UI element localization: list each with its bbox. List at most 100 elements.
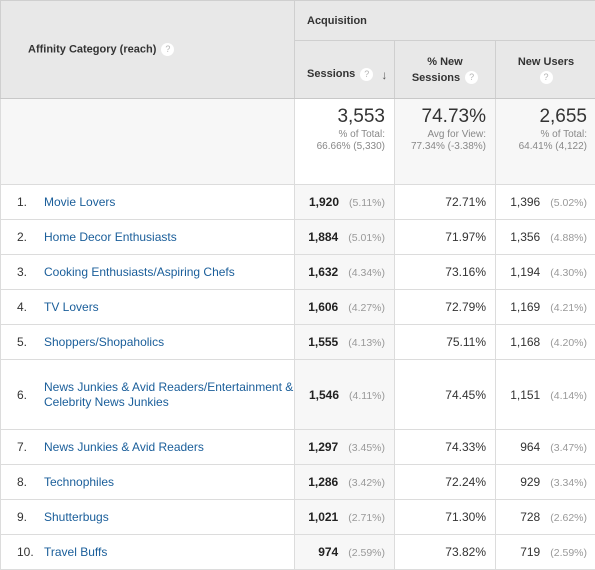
new-users-cell: 719(2.59%) <box>496 535 595 570</box>
sort-descending-icon[interactable]: ↓ <box>381 67 387 83</box>
sessions-percent: (2.59%) <box>348 547 385 559</box>
help-icon[interactable]: ? <box>465 71 478 84</box>
sessions-percent: (4.27%) <box>348 302 385 314</box>
category-cell: 3. Cooking Enthusiasts/Aspiring Chefs <box>1 255 295 290</box>
table-row: 7. News Junkies & Avid Readers 1,297 (3.4… <box>1 430 595 465</box>
category-link[interactable]: Shutterbugs <box>44 510 109 525</box>
new-users-value: 1,151 <box>510 388 540 402</box>
table-row: 6. News Junkies & Avid Readers/Entertain… <box>1 360 595 430</box>
new-sessions-cell: 72.71% <box>395 185 496 220</box>
sessions-cell: 1,606 (4.27%) <box>295 290 395 325</box>
table-body: 1. Movie Lovers 1,920(5.11%) 72.71% 1,39… <box>1 185 595 570</box>
totals-sessions-sub2: 66.66% (5,330) <box>295 141 385 152</box>
new-users-cell: 1,169 (4.21%) <box>496 290 595 325</box>
sessions-value: 1,286 <box>308 475 338 489</box>
affinity-report-table: Affinity Category (reach)? Acquisition S… <box>0 0 595 570</box>
sessions-value: 1,555 <box>308 335 338 349</box>
category-link[interactable]: News Junkies & Avid Readers/Entertainmen… <box>44 380 294 410</box>
totals-sessions-cell: 3,553 % of Total: 66.66% (5,330) <box>295 99 395 185</box>
category-link[interactable]: Travel Buffs <box>44 545 107 560</box>
new-users-percent: (4.21%) <box>550 302 587 314</box>
dimension-header[interactable]: Affinity Category (reach)? <box>1 1 295 99</box>
new-users-cell: 728 (2.62%) <box>496 500 595 535</box>
totals-new-users-sub2: 64.41% (4,122) <box>496 141 587 152</box>
sessions-value: 1,920 <box>309 195 339 209</box>
new-sessions-cell: 71.97% <box>395 220 496 255</box>
row-index: 10. <box>17 545 44 559</box>
new-users-value: 1,169 <box>510 300 540 314</box>
new-users-value: 719 <box>520 545 540 559</box>
new-users-percent: (4.88%) <box>550 232 587 244</box>
sessions-cell: 1,286 (3.42%) <box>295 465 395 500</box>
sessions-value: 974 <box>318 545 338 559</box>
totals-new-sessions-sub1: Avg for View: <box>395 129 486 140</box>
totals-sessions-sub1: % of Total: <box>295 129 385 140</box>
sessions-cell: 974 (2.59%) <box>295 535 395 570</box>
row-index: 9. <box>17 510 44 524</box>
new-users-cell: 929(3.34%) <box>496 465 595 500</box>
category-link[interactable]: Technophiles <box>44 475 114 490</box>
category-cell: 9. Shutterbugs <box>1 500 295 535</box>
category-link[interactable]: News Junkies & Avid Readers <box>44 440 204 455</box>
row-index: 4. <box>17 300 44 314</box>
table-row: 4. TV Lovers 1,606(4.27%) 72.79% 1,169(4… <box>1 290 595 325</box>
category-link[interactable]: Home Decor Enthusiasts <box>44 230 177 245</box>
new-sessions-cell: 71.30% <box>395 500 496 535</box>
new-sessions-cell: 75.11% <box>395 325 496 360</box>
category-link[interactable]: Shoppers/Shopaholics <box>44 335 164 350</box>
sessions-value: 1,546 <box>309 388 339 402</box>
sessions-percent: (3.42%) <box>348 477 385 489</box>
row-index: 3. <box>17 265 44 279</box>
sessions-cell: 1,021(2.71%) <box>295 500 395 535</box>
totals-new-sessions-sub2: 77.34% (-3.38%) <box>395 141 486 152</box>
table-row: 5. Shoppers/Shopaholics 1,555(4.13%) 75.… <box>1 325 595 360</box>
new-users-percent: (3.34%) <box>550 477 587 489</box>
new-users-value: 1,168 <box>510 335 540 349</box>
table-row: 2. Home Decor Enthusiasts 1,884(5.01%) 7… <box>1 220 595 255</box>
totals-new-users-value: 2,655 <box>496 106 587 128</box>
new-users-percent: (2.62%) <box>550 512 587 524</box>
new-users-value: 1,396 <box>510 195 540 209</box>
sessions-cell: 1,297 (3.45%) <box>295 430 395 465</box>
table-row: 9. Shutterbugs 1,021(2.71%) 71.30% 728 (2… <box>1 500 595 535</box>
sessions-cell: 1,555(4.13%) <box>295 325 395 360</box>
row-index: 7. <box>17 440 44 454</box>
sessions-percent: (4.34%) <box>348 267 385 279</box>
new-users-cell: 1,356(4.88%) <box>496 220 595 255</box>
sessions-cell: 1,884(5.01%) <box>295 220 395 255</box>
totals-sessions-value: 3,553 <box>295 106 385 128</box>
sessions-cell: 1,546 (4.11%) <box>295 360 395 430</box>
new-users-header-label: New Users <box>496 54 595 70</box>
sessions-value: 1,884 <box>308 230 338 244</box>
category-link[interactable]: Movie Lovers <box>44 195 115 210</box>
sessions-value: 1,297 <box>308 440 338 454</box>
new-sessions-column-header[interactable]: % New Sessions? <box>395 41 496 99</box>
new-users-value: 728 <box>520 510 540 524</box>
new-users-cell: 1,396(5.02%) <box>496 185 595 220</box>
sessions-value: 1,606 <box>308 300 338 314</box>
new-users-percent: (4.30%) <box>550 267 587 279</box>
sessions-value: 1,632 <box>308 265 338 279</box>
sessions-header-label: Sessions <box>307 68 355 80</box>
category-link[interactable]: TV Lovers <box>44 300 99 315</box>
help-icon[interactable]: ? <box>161 43 174 56</box>
sessions-column-header[interactable]: Sessions? ↓ <box>295 41 395 99</box>
new-users-cell: 1,168 (4.20%) <box>496 325 595 360</box>
category-link[interactable]: Cooking Enthusiasts/Aspiring Chefs <box>44 265 235 280</box>
new-users-percent: (4.20%) <box>550 337 587 349</box>
new-users-column-header[interactable]: New Users ? <box>496 41 595 99</box>
new-users-cell: 1,151(4.14%) <box>496 360 595 430</box>
sessions-percent: (3.45%) <box>348 442 385 454</box>
help-icon[interactable]: ? <box>360 68 373 81</box>
row-index: 6. <box>17 388 44 402</box>
new-sessions-header-line1: % New <box>395 54 495 70</box>
help-icon[interactable]: ? <box>540 71 553 84</box>
dimension-header-label: Affinity Category (reach) <box>28 43 156 55</box>
category-cell: 7. News Junkies & Avid Readers <box>1 430 295 465</box>
category-cell: 1. Movie Lovers <box>1 185 295 220</box>
new-sessions-cell: 74.33% <box>395 430 496 465</box>
totals-row: 3,553 % of Total: 66.66% (5,330) 74.73% … <box>1 99 595 185</box>
row-index: 2. <box>17 230 44 244</box>
sessions-percent: (4.11%) <box>349 390 385 402</box>
category-cell: 2. Home Decor Enthusiasts <box>1 220 295 255</box>
